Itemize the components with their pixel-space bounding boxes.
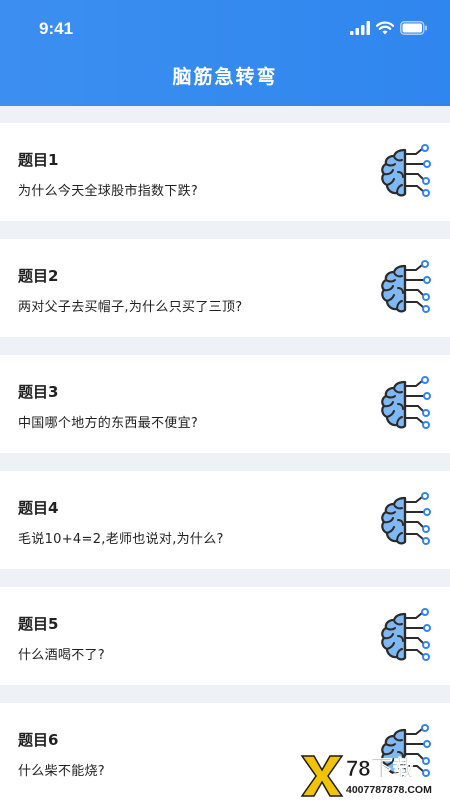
app-header: 9:41 脑筋急转弯 [0,0,450,106]
status-bar: 9:41 [0,0,450,56]
question-text: 两对父子去买帽子,为什么只买了三顶? [18,300,243,315]
question-text: 什么酒喝不了? [18,648,105,663]
question-title: 题目2 [18,267,59,285]
status-icons [350,20,428,36]
watermark-logo: 78下载 4007787878.COM [300,755,432,797]
x-logo-icon [300,755,344,797]
brain-circuit-icon [381,376,431,429]
watermark-domain: 4007787878.COM [346,784,432,796]
question-text: 为什么今天全球股市指数下跌? [18,184,199,199]
question-card-1[interactable]: 题目1 为什么今天全球股市指数下跌? [0,123,450,221]
page-title: 脑筋急转弯 [172,66,278,88]
question-title: 题目1 [18,151,59,169]
question-card-3[interactable]: 题目3 中国哪个地方的东西最不便宜? [0,355,450,453]
question-title: 题目4 [18,499,59,517]
question-text: 中国哪个地方的东西最不便宜? [18,416,199,431]
question-card-2[interactable]: 题目2 两对父子去买帽子,为什么只买了三顶? [0,239,450,337]
watermark-brand: 78下载 [346,756,414,781]
question-card-4[interactable]: 题目4 毛说10+4=2,老师也说对,为什么? [0,471,450,569]
brain-circuit-icon [381,608,431,661]
status-time: 9:41 [39,19,74,38]
brain-circuit-icon [381,144,431,197]
question-text: 什么柴不能烧? [18,764,105,779]
question-card-5[interactable]: 题目5 什么酒喝不了? [0,587,450,685]
wifi-icon [376,21,394,35]
question-title: 题目3 [18,383,59,401]
battery-icon [400,21,427,35]
brain-circuit-icon [381,260,431,313]
question-text: 毛说10+4=2,老师也说对,为什么? [18,532,224,547]
question-title: 题目5 [18,615,59,633]
question-title: 题目6 [18,731,59,749]
signal-icon [350,21,370,35]
brain-circuit-icon [381,492,431,545]
